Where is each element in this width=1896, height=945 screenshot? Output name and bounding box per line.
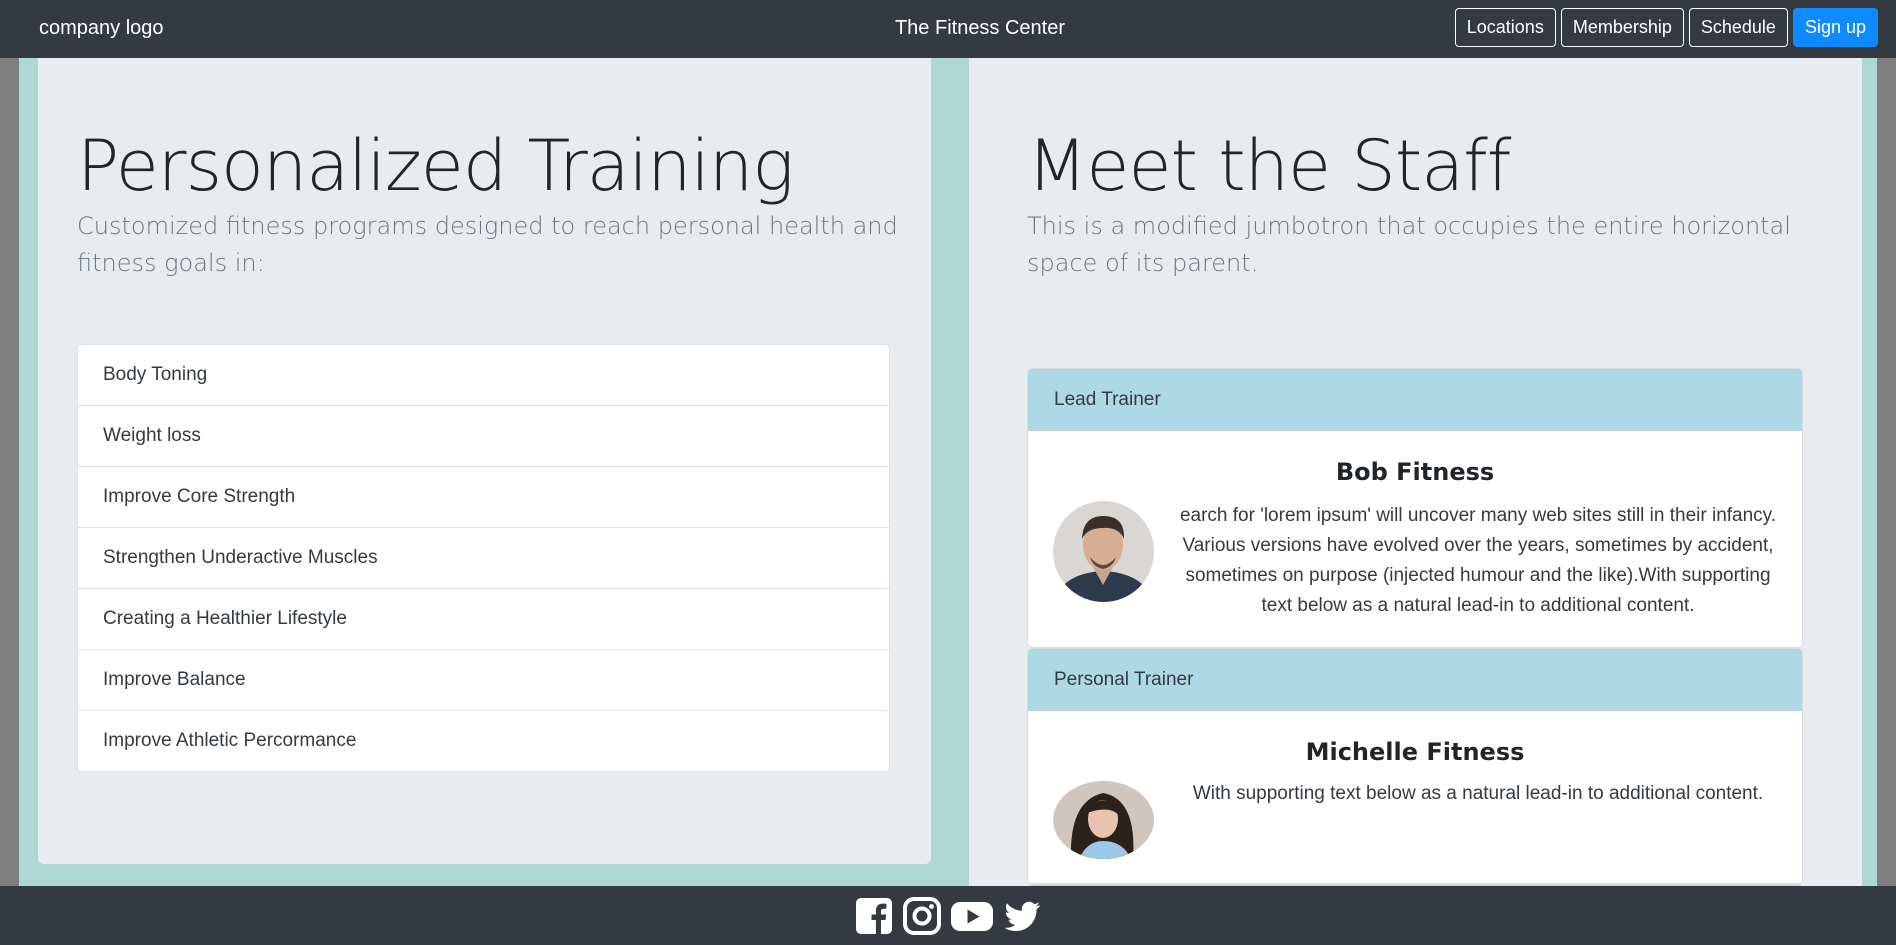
list-item: Weight loss — [78, 405, 889, 466]
facebook-icon[interactable] — [854, 896, 894, 936]
schedule-button[interactable]: Schedule — [1688, 8, 1788, 47]
list-item: Improve Athletic Percormance — [78, 710, 889, 771]
list-item: Body Toning — [103, 364, 208, 385]
personalized-training-jumbotron: Personalized Training Customized fitness… — [38, 58, 931, 864]
training-goals-list: Body Toning Weight loss Improve Core Str… — [77, 344, 890, 772]
sign-up-button[interactable]: Sign up — [1792, 8, 1878, 47]
membership-button[interactable]: Membership — [1560, 8, 1684, 47]
youtube-icon[interactable] — [950, 896, 994, 936]
list-item: Improve Core Strength — [78, 466, 889, 527]
training-title: Personalized Training — [77, 125, 794, 207]
staff-card-personal-trainer: Personal Trainer Michelle Fitness With s… — [1027, 648, 1803, 884]
trainer-name: Bob Fitness — [1335, 458, 1495, 486]
list-item: Improve Balance — [78, 649, 889, 710]
company-logo[interactable]: company logo — [39, 14, 164, 42]
avatar — [1053, 501, 1154, 602]
staff-title: Meet the Staff — [1027, 125, 1511, 207]
trainer-bio: With supporting text below as a natural … — [1192, 783, 1764, 804]
nav-buttons: Locations Membership Schedule Sign up — [1454, 8, 1878, 47]
twitter-icon[interactable] — [1002, 896, 1042, 936]
trainer-bio: earch for 'lorem ipsum' will uncover man… — [1179, 505, 1777, 616]
list-item: Creating a Healthier Lifestyle — [78, 588, 889, 649]
top-navbar: company logo The Fitness Center Location… — [0, 0, 1896, 58]
meet-the-staff-jumbotron: Meet the Staff This is a modified jumbot… — [969, 58, 1862, 886]
main-content: Personalized Training Customized fitness… — [19, 58, 1877, 886]
card-body: Bob Fitness earch for 'lorem ipsum' will… — [1028, 431, 1802, 647]
instagram-icon[interactable] — [902, 896, 942, 936]
staff-lead: This is a modified jumbotron that occupi… — [1027, 212, 1791, 277]
staff-card-lead-trainer: Lead Trainer Bob Fitness earch for 'lore… — [1027, 368, 1803, 648]
card-body: Michelle Fitness With supporting text be… — [1028, 711, 1802, 883]
avatar — [1053, 781, 1154, 859]
card-header: Personal Trainer — [1028, 649, 1802, 711]
card-header: Lead Trainer — [1028, 369, 1802, 431]
trainer-name: Michelle Fitness — [1305, 738, 1525, 766]
list-item: Strengthen Underactive Muscles — [78, 527, 889, 588]
training-lead: Customized fitness programs designed to … — [77, 212, 898, 277]
footer — [0, 886, 1896, 945]
locations-button[interactable]: Locations — [1454, 8, 1556, 47]
